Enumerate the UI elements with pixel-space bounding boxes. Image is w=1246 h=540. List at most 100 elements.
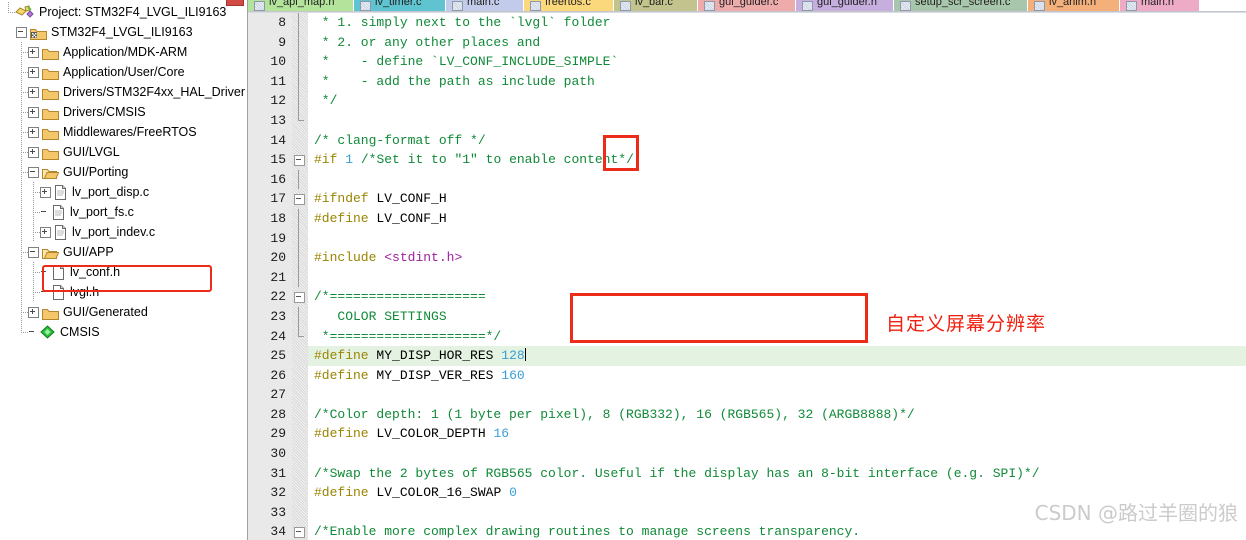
tree-item-gui-lvgl[interactable]: GUI/LVGL (2, 142, 247, 162)
expand-toggle-icon[interactable] (28, 86, 39, 98)
fold-column[interactable] (292, 483, 308, 503)
code-line[interactable]: 27 (248, 385, 1246, 405)
fold-column[interactable] (292, 150, 308, 170)
fold-column[interactable] (292, 365, 308, 386)
tree-item-stm32f4-lvgl-ili9163[interactable]: STM32F4_LVGL_ILI9163 (2, 22, 247, 42)
code-line[interactable]: 13 (248, 110, 1246, 131)
tree-item-lv-port-indev-c[interactable]: lv_port_indev.c (2, 222, 247, 242)
fold-column[interactable] (292, 208, 308, 229)
tab-gui-guider-h[interactable]: gui_guider.h (796, 0, 894, 11)
fold-column[interactable] (292, 306, 308, 327)
tab-main-c[interactable]: main.c (446, 0, 524, 11)
tree-item-drivers-stm32f4xx-hal-driver[interactable]: Drivers/STM32F4xx_HAL_Driver (2, 82, 247, 102)
collapse-toggle-icon[interactable] (28, 166, 39, 178)
code-line[interactable]: 11 * - add the path as include path (248, 71, 1246, 92)
line-text: COLOR SETTINGS (314, 308, 447, 324)
fold-column[interactable] (292, 522, 308, 540)
code-line[interactable]: 20 #include <stdint.h> (248, 248, 1246, 268)
code-line[interactable]: 14 /* clang-format off */ (248, 130, 1246, 151)
expand-toggle-icon[interactable] (28, 46, 39, 58)
fold-column[interactable] (292, 326, 308, 347)
tree-item-cmsis[interactable]: CMSIS (2, 322, 247, 342)
tree-item-label: lv_conf.h (70, 265, 121, 279)
tab-lv-bar-c[interactable]: lv_bar.c (614, 0, 698, 11)
tab-lv-anim-h[interactable]: lv_anim.h (1028, 0, 1120, 11)
fold-column[interactable] (292, 189, 308, 209)
code-line[interactable]: 26 #define MY_DISP_VER_RES 160 (248, 365, 1246, 386)
code-line[interactable]: 21 (248, 267, 1246, 288)
code-line[interactable]: 22 /*==================== (248, 287, 1246, 307)
fold-column[interactable] (292, 169, 308, 190)
fold-column[interactable] (292, 267, 308, 288)
code-text-area[interactable]: 8 * 1. simply next to the `lvgl` folder … (248, 13, 1246, 540)
tree-item-application-user-core[interactable]: Application/User/Core (2, 62, 247, 82)
code-line[interactable]: 9 * 2. or any other places and (248, 32, 1246, 53)
code-line[interactable]: 19 (248, 228, 1246, 249)
code-editor-pane[interactable]: lv_api_map.h lv_timer.c main.c freertos.… (248, 0, 1246, 540)
tab-main-h[interactable]: main.h (1120, 0, 1200, 11)
expand-toggle-icon[interactable] (28, 126, 39, 138)
code-line[interactable]: 30 (248, 444, 1246, 464)
tree-item-gui-porting[interactable]: GUI/Porting (2, 162, 247, 182)
expand-toggle-icon[interactable] (28, 106, 39, 118)
code-line[interactable]: 28 /*Color depth: 1 (1 byte per pixel), … (248, 404, 1246, 425)
project-tree[interactable]: Project: STM32F4_LVGL_ILI9163 STM32F4_LV… (0, 0, 247, 342)
fold-column[interactable] (292, 287, 308, 307)
code-line[interactable]: 12 */ (248, 91, 1246, 111)
expand-toggle-icon[interactable] (28, 146, 39, 158)
fold-column[interactable] (292, 110, 308, 131)
fold-column[interactable] (292, 228, 308, 249)
tree-item-lv-port-disp-c[interactable]: lv_port_disp.c (2, 182, 247, 202)
file-icon (52, 204, 65, 220)
tree-item-lv-port-fs-c[interactable]: lv_port_fs.c (2, 202, 247, 222)
tree-root-project[interactable]: Project: STM32F4_LVGL_ILI9163 (2, 2, 247, 22)
expand-toggle-icon[interactable] (28, 66, 39, 78)
collapse-toggle-icon[interactable] (28, 246, 39, 258)
tab-lv-api-map-h[interactable]: lv_api_map.h (248, 0, 354, 11)
tree-item-lv-conf-h[interactable]: lv_conf.h (2, 262, 247, 282)
code-line[interactable]: 15 #if 1 /*Set it to "1" to enable conte… (248, 150, 1246, 170)
tree-item-gui-app[interactable]: GUI/APP (2, 242, 247, 262)
tab-freertos-c[interactable]: freertos.c (524, 0, 614, 11)
fold-column[interactable] (292, 424, 308, 445)
tab-setup-scr-screen-c[interactable]: setup_scr_screen.c (894, 0, 1028, 11)
fold-column[interactable] (292, 52, 308, 72)
fold-column[interactable] (292, 502, 308, 523)
code-line[interactable]: 10 * - define `LV_CONF_INCLUDE_SIMPLE` (248, 52, 1246, 72)
fold-column[interactable] (292, 385, 308, 405)
code-line[interactable]: 23 COLOR SETTINGS (248, 306, 1246, 327)
tree-item-middlewares-freertos[interactable]: Middlewares/FreeRTOS (2, 122, 247, 142)
line-number: 26 (248, 365, 292, 386)
code-line[interactable]: 16 (248, 169, 1246, 190)
code-line[interactable]: 29 #define LV_COLOR_DEPTH 16 (248, 424, 1246, 445)
code-line[interactable]: 31 /*Swap the 2 bytes of RGB565 color. U… (248, 463, 1246, 484)
fold-column[interactable] (292, 91, 308, 111)
collapse-toggle-icon[interactable] (16, 26, 27, 38)
fold-column[interactable] (292, 71, 308, 92)
fold-column[interactable] (292, 32, 308, 53)
code-line[interactable]: 8 * 1. simply next to the `lvgl` folder (248, 13, 1246, 33)
project-explorer-panel[interactable]: Project: STM32F4_LVGL_ILI9163 STM32F4_LV… (0, 0, 248, 540)
fold-column[interactable] (292, 13, 308, 33)
tree-item-application-mdk-arm[interactable]: Application/MDK-ARM (2, 42, 247, 62)
code-line[interactable]: 17 #ifndef LV_CONF_H (248, 189, 1246, 209)
tab-gui-guider-c[interactable]: gui_guider.c (698, 0, 796, 11)
fold-column[interactable] (292, 346, 308, 366)
expand-toggle-icon[interactable] (40, 186, 51, 198)
fold-column[interactable] (292, 404, 308, 425)
expand-toggle-icon[interactable] (28, 306, 39, 318)
expand-toggle-icon[interactable] (40, 226, 51, 238)
fold-column[interactable] (292, 130, 308, 151)
code-line[interactable]: 18 #define LV_CONF_H (248, 208, 1246, 229)
code-line-active[interactable]: 25 #define MY_DISP_HOR_RES 128 (248, 346, 1246, 366)
fold-column[interactable] (292, 444, 308, 464)
tree-item-lvgl-h[interactable]: lvgl.h (2, 282, 247, 302)
tab-lv-timer-c[interactable]: lv_timer.c (354, 0, 446, 11)
line-number: 34 (248, 522, 292, 540)
editor-tab-bar[interactable]: lv_api_map.h lv_timer.c main.c freertos.… (248, 0, 1246, 11)
fold-column[interactable] (292, 248, 308, 268)
code-line[interactable]: 24 *====================*/ (248, 326, 1246, 347)
tree-item-drivers-cmsis[interactable]: Drivers/CMSIS (2, 102, 247, 122)
fold-column[interactable] (292, 463, 308, 484)
tree-item-gui-generated[interactable]: GUI/Generated (2, 302, 247, 322)
